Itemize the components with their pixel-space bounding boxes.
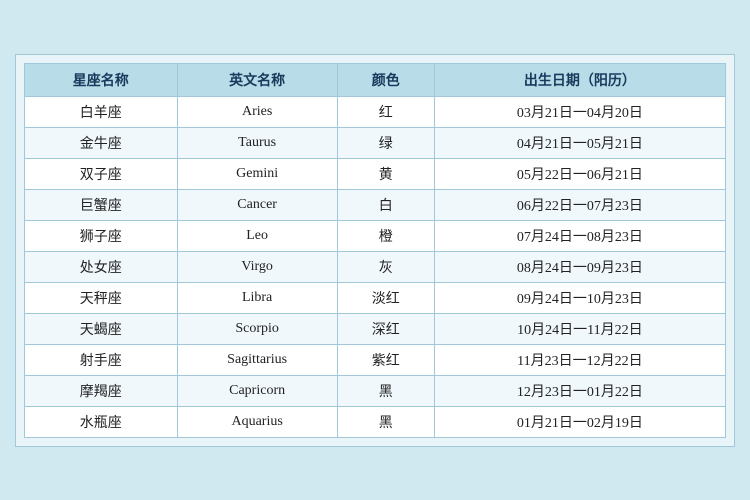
header-dates: 出生日期（阳历） — [434, 63, 725, 96]
cell-english-name: Virgo — [177, 251, 337, 282]
cell-color: 黑 — [337, 375, 434, 406]
cell-dates: 05月22日一06月21日 — [434, 158, 725, 189]
table-row: 水瓶座Aquarius黑01月21日一02月19日 — [25, 406, 726, 437]
cell-english-name: Aries — [177, 96, 337, 127]
cell-english-name: Sagittarius — [177, 344, 337, 375]
cell-chinese-name: 白羊座 — [25, 96, 178, 127]
table-row: 巨蟹座Cancer白06月22日一07月23日 — [25, 189, 726, 220]
table-row: 天秤座Libra淡红09月24日一10月23日 — [25, 282, 726, 313]
cell-color: 白 — [337, 189, 434, 220]
table-row: 天蝎座Scorpio深红10月24日一11月22日 — [25, 313, 726, 344]
cell-color: 橙 — [337, 220, 434, 251]
cell-english-name: Taurus — [177, 127, 337, 158]
cell-dates: 01月21日一02月19日 — [434, 406, 725, 437]
cell-english-name: Cancer — [177, 189, 337, 220]
header-chinese-name: 星座名称 — [25, 63, 178, 96]
zodiac-table: 星座名称 英文名称 颜色 出生日期（阳历） 白羊座Aries红03月21日一04… — [24, 63, 726, 438]
cell-color: 深红 — [337, 313, 434, 344]
cell-dates: 09月24日一10月23日 — [434, 282, 725, 313]
cell-english-name: Leo — [177, 220, 337, 251]
cell-english-name: Scorpio — [177, 313, 337, 344]
cell-dates: 11月23日一12月22日 — [434, 344, 725, 375]
cell-dates: 03月21日一04月20日 — [434, 96, 725, 127]
table-row: 摩羯座Capricorn黑12月23日一01月22日 — [25, 375, 726, 406]
cell-dates: 06月22日一07月23日 — [434, 189, 725, 220]
cell-chinese-name: 处女座 — [25, 251, 178, 282]
cell-chinese-name: 水瓶座 — [25, 406, 178, 437]
cell-dates: 10月24日一11月22日 — [434, 313, 725, 344]
cell-english-name: Capricorn — [177, 375, 337, 406]
cell-color: 灰 — [337, 251, 434, 282]
table-row: 狮子座Leo橙07月24日一08月23日 — [25, 220, 726, 251]
cell-chinese-name: 巨蟹座 — [25, 189, 178, 220]
header-color: 颜色 — [337, 63, 434, 96]
cell-dates: 04月21日一05月21日 — [434, 127, 725, 158]
cell-color: 黑 — [337, 406, 434, 437]
table-row: 处女座Virgo灰08月24日一09月23日 — [25, 251, 726, 282]
cell-color: 红 — [337, 96, 434, 127]
table-header-row: 星座名称 英文名称 颜色 出生日期（阳历） — [25, 63, 726, 96]
cell-dates: 08月24日一09月23日 — [434, 251, 725, 282]
cell-chinese-name: 天秤座 — [25, 282, 178, 313]
cell-color: 淡红 — [337, 282, 434, 313]
header-english-name: 英文名称 — [177, 63, 337, 96]
cell-dates: 12月23日一01月22日 — [434, 375, 725, 406]
cell-english-name: Gemini — [177, 158, 337, 189]
cell-chinese-name: 双子座 — [25, 158, 178, 189]
cell-color: 绿 — [337, 127, 434, 158]
cell-color: 紫红 — [337, 344, 434, 375]
cell-english-name: Aquarius — [177, 406, 337, 437]
table-row: 金牛座Taurus绿04月21日一05月21日 — [25, 127, 726, 158]
cell-chinese-name: 摩羯座 — [25, 375, 178, 406]
main-container: 星座名称 英文名称 颜色 出生日期（阳历） 白羊座Aries红03月21日一04… — [15, 54, 735, 447]
cell-english-name: Libra — [177, 282, 337, 313]
cell-chinese-name: 天蝎座 — [25, 313, 178, 344]
table-row: 白羊座Aries红03月21日一04月20日 — [25, 96, 726, 127]
cell-chinese-name: 射手座 — [25, 344, 178, 375]
cell-dates: 07月24日一08月23日 — [434, 220, 725, 251]
table-row: 射手座Sagittarius紫红11月23日一12月22日 — [25, 344, 726, 375]
table-row: 双子座Gemini黄05月22日一06月21日 — [25, 158, 726, 189]
table-body: 白羊座Aries红03月21日一04月20日金牛座Taurus绿04月21日一0… — [25, 96, 726, 437]
cell-chinese-name: 狮子座 — [25, 220, 178, 251]
cell-color: 黄 — [337, 158, 434, 189]
cell-chinese-name: 金牛座 — [25, 127, 178, 158]
